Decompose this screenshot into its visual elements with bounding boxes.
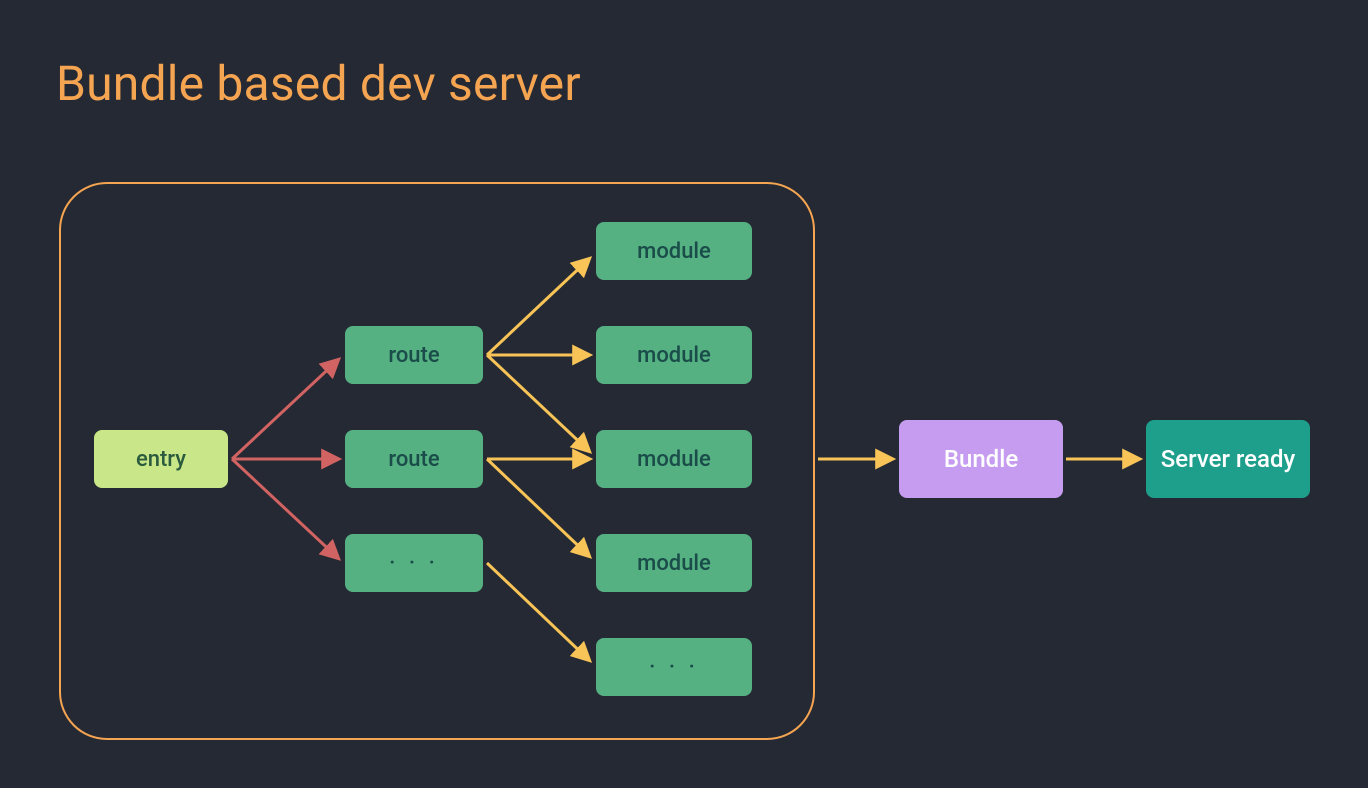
node-module-2-label: module bbox=[637, 343, 711, 368]
node-route-1-label: route bbox=[388, 343, 439, 368]
node-entry-label: entry bbox=[136, 447, 186, 472]
node-module-3: module bbox=[596, 430, 752, 488]
node-route-1: route bbox=[345, 326, 483, 384]
node-module-3-label: module bbox=[637, 447, 711, 472]
node-module-4-label: module bbox=[637, 551, 711, 576]
node-routes-ellipsis-label: · · · bbox=[389, 551, 439, 576]
node-server-ready: Server ready bbox=[1146, 420, 1310, 498]
diagram-title: Bundle based dev server bbox=[56, 55, 581, 112]
node-modules-ellipsis: · · · bbox=[596, 638, 752, 696]
node-server-ready-label: Server ready bbox=[1161, 444, 1295, 474]
node-entry: entry bbox=[94, 430, 228, 488]
node-module-4: module bbox=[596, 534, 752, 592]
node-module-1: module bbox=[596, 222, 752, 280]
node-bundle-label: Bundle bbox=[944, 445, 1018, 473]
node-module-1-label: module bbox=[637, 239, 711, 264]
node-bundle: Bundle bbox=[899, 420, 1063, 498]
diagram-canvas: Bundle based dev server entry route rout… bbox=[0, 0, 1368, 788]
node-modules-ellipsis-label: · · · bbox=[649, 655, 699, 680]
node-route-2-label: route bbox=[388, 447, 439, 472]
node-routes-ellipsis: · · · bbox=[345, 534, 483, 592]
node-route-2: route bbox=[345, 430, 483, 488]
node-module-2: module bbox=[596, 326, 752, 384]
